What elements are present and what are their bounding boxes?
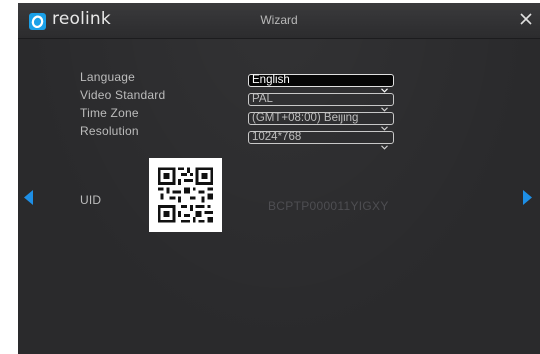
wizard-window: reolink Wizard Language English Video St… <box>18 3 540 354</box>
language-label: Language <box>80 70 135 84</box>
time-zone-select[interactable]: (GMT+08:00) Beijing <box>248 112 394 131</box>
resolution-value: 1024*768 <box>252 131 302 143</box>
video-standard-label: Video Standard <box>80 88 166 102</box>
title-bar: reolink Wizard <box>18 3 540 39</box>
language-value: English <box>252 74 290 86</box>
chevron-down-icon <box>381 135 388 154</box>
arrow-right-icon[interactable] <box>523 190 532 209</box>
arrow-left-icon[interactable] <box>24 190 33 209</box>
time-zone-label: Time Zone <box>80 106 139 120</box>
window-title: Wizard <box>260 13 298 27</box>
video-standard-select[interactable]: PAL <box>248 93 394 112</box>
resolution-select[interactable]: 1024*768 <box>248 131 394 150</box>
uid-value: BCPTP000011YIGXY <box>268 199 389 213</box>
language-select[interactable]: English <box>248 74 394 93</box>
video-standard-value: PAL <box>252 93 273 105</box>
uid-label: UID <box>80 193 102 207</box>
close-icon[interactable] <box>518 11 534 27</box>
uid-qr-code <box>149 158 222 232</box>
time-zone-value: (GMT+08:00) Beijing <box>252 112 359 124</box>
resolution-label: Resolution <box>80 124 139 138</box>
